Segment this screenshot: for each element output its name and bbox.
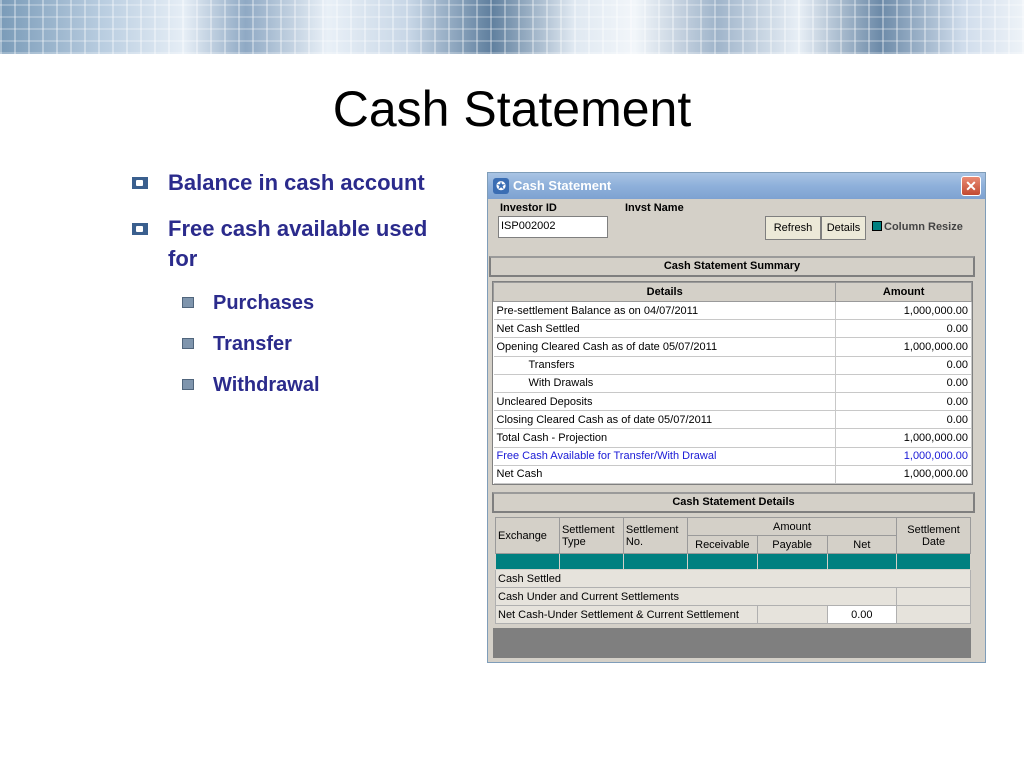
row-label: Free Cash Available for Transfer/With Dr… [493, 447, 837, 466]
column-header-payable[interactable]: Payable [756, 535, 828, 554]
column-header-settlement-no[interactable]: Settlement No. [622, 517, 688, 554]
table-row[interactable]: Net Cash-Under Settlement & Current Sett… [495, 605, 971, 624]
row-amount: 1,000,000.00 [835, 447, 972, 466]
bullet-item: Free cash available used for [130, 214, 430, 274]
row-label: Total Cash - Projection [493, 428, 837, 448]
row-label: Pre-settlement Balance as on 04/07/2011 [493, 301, 837, 321]
summary-table: Details Amount Pre-settlement Balance as… [492, 282, 972, 484]
window-titlebar[interactable]: ✪ Cash Statement ✕ [488, 173, 985, 199]
column-resize-label: Column Resize [884, 221, 963, 233]
row-label: Uncleared Deposits [493, 392, 837, 412]
subbullet-item: Withdrawal [130, 372, 430, 398]
subbullet-item: Purchases [130, 290, 430, 316]
invst-name-label: Invst Name [625, 202, 684, 214]
row-amount: 1,000,000.00 [835, 428, 972, 448]
table-row[interactable]: Free Cash Available for Transfer/With Dr… [493, 447, 972, 466]
summary-section-header: Cash Statement Summary [489, 256, 975, 277]
column-header-exchange[interactable]: Exchange [495, 517, 560, 554]
table-row[interactable]: Closing Cleared Cash as of date 05/07/20… [493, 410, 972, 430]
column-resize-checkbox[interactable]: Column Resize [872, 221, 963, 233]
row-label: Transfers [493, 356, 837, 375]
slide-title: Cash Statement [332, 81, 692, 137]
details-section-header: Cash Statement Details [492, 492, 975, 513]
row-label: Opening Cleared Cash as of date 05/07/20… [493, 337, 837, 357]
row-amount: 0.00 [835, 410, 972, 430]
square-bullet-icon [182, 338, 194, 349]
table-row[interactable]: Net Cash 1,000,000.00 [493, 465, 972, 484]
net-cash-under-label: Net Cash-Under Settlement & Current Sett… [495, 605, 758, 624]
empty-grid-area [493, 628, 971, 658]
row-label: Net Cash [493, 465, 837, 484]
summary-table-container: Details Amount Pre-settlement Balance as… [492, 281, 973, 485]
row-amount: 0.00 [835, 392, 972, 412]
column-header-amount[interactable]: Amount [686, 517, 898, 536]
investor-id-input[interactable]: ISP002002 [498, 216, 608, 238]
bullet-list: Balance in cash account Free cash availa… [130, 168, 430, 413]
cash-settled-label: Cash Settled [495, 569, 971, 588]
investor-id-label: Investor ID [500, 202, 557, 214]
net-cash-under-value: 0.00 [826, 605, 898, 624]
subbullet-text: Withdrawal [213, 374, 320, 396]
selected-row[interactable] [495, 553, 971, 570]
banner-pattern [0, 0, 1024, 54]
column-header-amount[interactable]: Amount [835, 282, 972, 302]
column-header-settlement-date[interactable]: Settlement Date [896, 517, 971, 554]
header-banner [0, 0, 1024, 54]
table-row[interactable]: Cash Settled [495, 569, 971, 588]
refresh-button[interactable]: Refresh [765, 216, 821, 240]
details-button[interactable]: Details [821, 216, 866, 240]
bullet-text: Balance in cash account [168, 170, 425, 195]
square-bullet-icon [182, 379, 194, 390]
column-header-net[interactable]: Net [826, 535, 898, 554]
checkbox-icon [872, 221, 882, 231]
bullet-text: Free cash available used for [168, 216, 428, 271]
row-amount: 0.00 [835, 374, 972, 393]
subbullet-item: Transfer [130, 331, 430, 357]
window-title: Cash Statement [513, 178, 612, 193]
column-header-receivable[interactable]: Receivable [686, 535, 758, 554]
row-amount: 0.00 [835, 356, 972, 375]
details-table-container: Exchange Settlement Type Settlement No. … [494, 517, 971, 629]
close-icon[interactable]: ✕ [961, 176, 981, 196]
column-header-details[interactable]: Details [492, 282, 837, 302]
square-bullet-icon [182, 297, 194, 308]
row-amount: 1,000,000.00 [835, 465, 972, 484]
table-row[interactable]: Uncleared Deposits 0.00 [493, 392, 972, 412]
bullet-item: Balance in cash account [130, 168, 430, 198]
table-row[interactable]: Pre-settlement Balance as on 04/07/2011 1… [493, 301, 972, 321]
table-row[interactable]: Opening Cleared Cash as of date 05/07/20… [493, 337, 972, 357]
bullet-icon [132, 177, 148, 189]
details-table: Exchange Settlement Type Settlement No. … [494, 517, 971, 624]
table-row[interactable]: Cash Under and Current Settlements [494, 587, 971, 606]
table-row[interactable]: Total Cash - Projection 1,000,000.00 [493, 428, 972, 448]
table-row[interactable]: Net Cash Settled 0.00 [493, 319, 972, 339]
table-row[interactable]: With Drawals 0.00 [493, 374, 972, 393]
under-current-label: Cash Under and Current Settlements [494, 587, 898, 606]
cash-statement-window: ✪ Cash Statement ✕ Investor ID Invst Nam… [487, 172, 986, 663]
bullet-icon [132, 223, 148, 235]
row-amount: 1,000,000.00 [835, 301, 972, 321]
row-amount: 1,000,000.00 [835, 337, 972, 357]
subbullet-text: Transfer [213, 333, 292, 355]
column-header-settlement-type[interactable]: Settlement Type [558, 517, 624, 554]
subbullet-text: Purchases [213, 292, 315, 314]
table-row[interactable]: Transfers 0.00 [493, 356, 972, 375]
row-label: Net Cash Settled [493, 319, 837, 339]
row-amount: 0.00 [835, 319, 972, 339]
app-icon: ✪ [493, 178, 509, 194]
row-label: Closing Cleared Cash as of date 05/07/20… [493, 410, 837, 430]
row-label: With Drawals [493, 374, 837, 393]
